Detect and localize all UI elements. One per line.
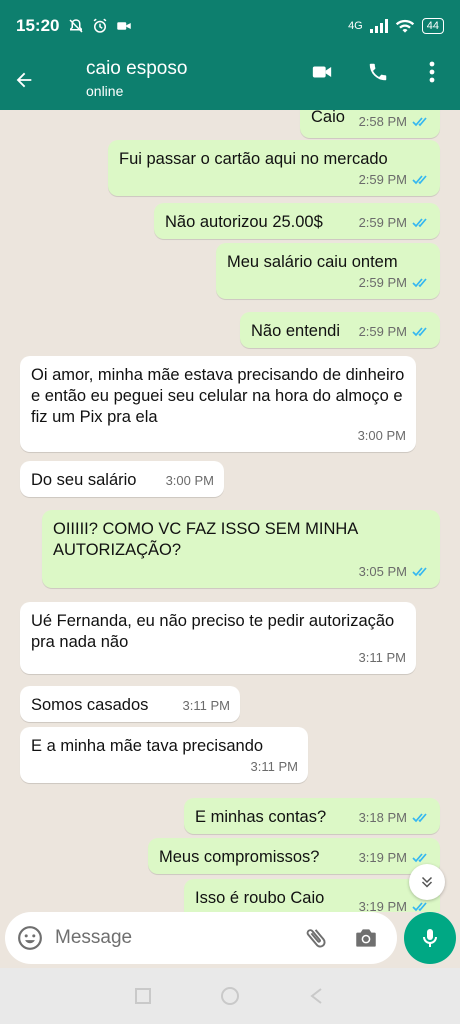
voice-call-button[interactable]: [358, 54, 398, 90]
message-time: 3:18 PM: [358, 810, 407, 825]
status-icons: [67, 17, 133, 35]
chat-area[interactable]: Caio 2:58 PM Fui passar o cartão aqui no m…: [0, 110, 460, 912]
message-meta: 2:59 PM: [359, 212, 430, 233]
incoming-message[interactable]: E a minha mãe tava precisando 3:11 PM: [20, 727, 308, 783]
more-options-button[interactable]: [414, 54, 450, 90]
read-ticks-icon: [412, 853, 427, 863]
message-time: 3:00 PM: [357, 428, 406, 443]
outgoing-message[interactable]: Caio 2:58 PM: [300, 110, 440, 138]
outgoing-message[interactable]: OIIIII? COMO VC FAZ ISSO SEM MINHA AUTOR…: [42, 510, 440, 588]
mic-button[interactable]: [404, 912, 456, 964]
read-ticks-icon: [412, 175, 427, 185]
message-text: OIIIII? COMO VC FAZ ISSO SEM MINHA AUTOR…: [53, 520, 358, 559]
more-vert-icon: [429, 61, 435, 83]
outgoing-message[interactable]: Meu salário caiu ontem 2:59 PM: [216, 243, 440, 299]
message-time: 3:00 PM: [165, 473, 214, 488]
message-time: 3:11 PM: [358, 650, 406, 665]
message-text: Fui passar o cartão aqui no mercado: [119, 150, 388, 168]
back-arrow-icon: [16, 72, 32, 88]
back-nav-icon[interactable]: [307, 986, 327, 1006]
read-ticks-icon: [412, 813, 427, 823]
message-text: E a minha mãe tava precisando: [31, 737, 264, 755]
read-ticks-icon: [412, 278, 427, 288]
outgoing-message[interactable]: Não autorizou 25.00$ 2:59 PM: [154, 203, 440, 239]
message-text: Ué Fernanda, eu não preciso te pedir aut…: [31, 612, 395, 651]
scroll-to-bottom-button[interactable]: [409, 864, 445, 900]
message-time: 3:11 PM: [250, 759, 298, 774]
contact-name[interactable]: caio esposo: [86, 58, 187, 80]
video-status-icon: [117, 22, 132, 30]
incoming-message[interactable]: Somos casados 3:11 PM: [20, 686, 240, 722]
video-call-icon: [312, 66, 332, 78]
wifi-icon: [395, 19, 414, 33]
incoming-message[interactable]: Oi amor, minha mãe estava precisando de …: [20, 356, 416, 452]
message-text: Oi amor, minha mãe estava precisando de …: [31, 366, 405, 426]
battery-indicator: 44: [421, 18, 444, 34]
mic-icon: [423, 929, 437, 947]
read-ticks-icon: [412, 327, 427, 337]
status-bar: 15:20 4G 44: [0, 0, 460, 52]
message-time: 2:59 PM: [358, 275, 407, 290]
home-icon[interactable]: [219, 985, 241, 1007]
message-time: 3:05 PM: [358, 564, 407, 579]
recents-icon[interactable]: [133, 986, 153, 1006]
message-meta: 3:11 PM: [183, 695, 230, 716]
status-right: 4G 44: [348, 18, 444, 34]
message-meta: 3:00 PM: [166, 470, 214, 491]
incoming-message[interactable]: Do seu salário 3:00 PM: [20, 461, 224, 497]
message-meta: 3:11 PM: [251, 756, 298, 777]
system-nav-bar: [0, 968, 460, 1024]
chevron-down-icon: [421, 876, 433, 888]
status-time: 15:20: [16, 16, 60, 35]
message-time: 2:59 PM: [358, 324, 407, 339]
message-time: 2:59 PM: [358, 172, 407, 187]
mute-icon: [69, 19, 84, 33]
incoming-message[interactable]: Ué Fernanda, eu não preciso te pedir aut…: [20, 602, 416, 674]
message-time: 2:58 PM: [358, 114, 407, 129]
phone-icon: [369, 63, 387, 81]
camera-icon[interactable]: [353, 925, 379, 951]
back-button[interactable]: [6, 62, 42, 98]
message-meta: 2:59 PM: [359, 169, 430, 190]
read-ticks-icon: [412, 902, 427, 912]
outgoing-message[interactable]: Não entendi 2:59 PM: [240, 312, 440, 348]
read-ticks-icon: [412, 117, 427, 127]
emoji-icon[interactable]: [17, 925, 43, 951]
chat-header: caio esposo online: [0, 52, 460, 110]
message-meta: 2:59 PM: [359, 272, 430, 293]
message-time: 3:19 PM: [358, 850, 407, 865]
message-meta: 3:11 PM: [359, 647, 406, 668]
message-text: Meu salário caiu ontem: [227, 253, 398, 271]
attach-icon[interactable]: [303, 925, 329, 951]
message-input[interactable]: [55, 922, 285, 954]
read-ticks-icon: [412, 567, 427, 577]
contact-status: online: [86, 83, 124, 99]
message-time: 3:11 PM: [182, 698, 230, 713]
message-meta: 3:00 PM: [358, 425, 406, 446]
signal-icon: [369, 19, 388, 33]
outgoing-message[interactable]: Meus compromissos? 3:19 PM: [148, 838, 440, 874]
alarm-icon: [94, 18, 107, 33]
message-time: 2:59 PM: [358, 215, 407, 230]
message-meta: 2:58 PM: [359, 111, 430, 132]
outgoing-message[interactable]: Isso é roubo Caio 3:19 PM: [184, 879, 440, 912]
message-meta: 3:05 PM: [359, 561, 430, 582]
outgoing-message[interactable]: E minhas contas? 3:18 PM: [184, 798, 440, 834]
message-time: 3:19 PM: [358, 899, 407, 912]
message-meta: 3:18 PM: [359, 807, 430, 828]
read-ticks-icon: [412, 218, 427, 228]
network-label: 4G: [348, 20, 363, 32]
outgoing-message[interactable]: Fui passar o cartão aqui no mercado 2:59 …: [108, 140, 440, 196]
message-meta: 2:59 PM: [359, 321, 430, 342]
message-composer: [5, 912, 397, 964]
video-call-button[interactable]: [302, 54, 342, 90]
